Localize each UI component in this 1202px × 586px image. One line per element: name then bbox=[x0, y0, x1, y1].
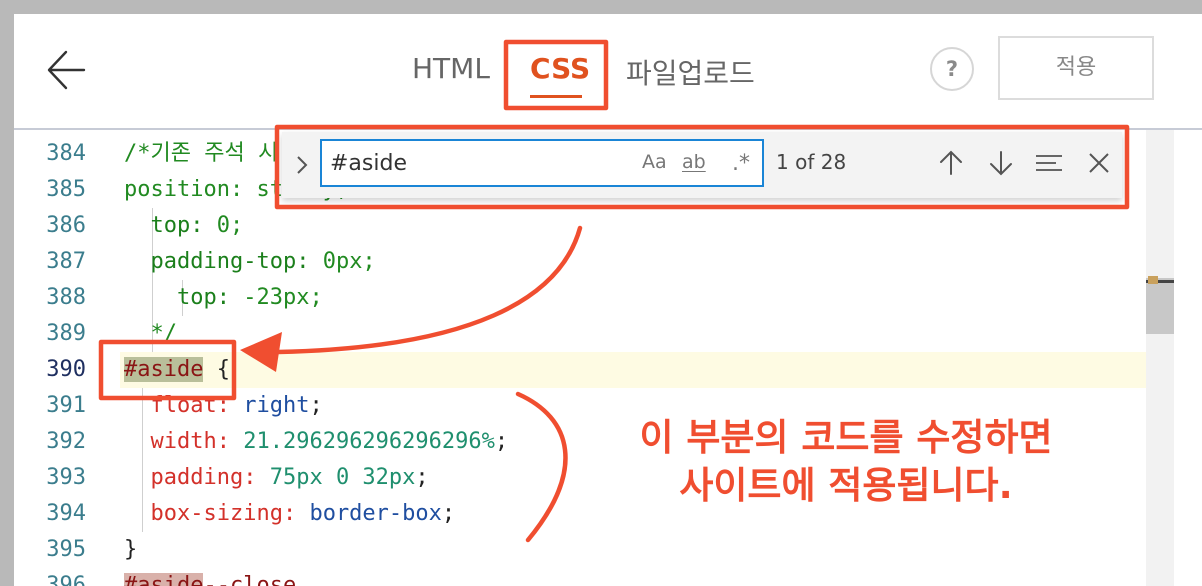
code-value: border-box bbox=[296, 501, 442, 526]
match-case-toggle[interactable]: Aa bbox=[642, 151, 667, 177]
code-editor[interactable]: 384 385 386 387 388 389 390 391 392 393 … bbox=[14, 130, 1202, 586]
scrollbar-thumb[interactable] bbox=[1146, 278, 1174, 334]
code-punctuation: { bbox=[203, 357, 230, 382]
active-tab-indicator bbox=[530, 95, 582, 98]
tab-file-upload[interactable]: 파일업로드 bbox=[626, 52, 755, 92]
code-line: float: right; bbox=[150, 393, 323, 418]
scrollbar-match-marker bbox=[1148, 276, 1158, 284]
tab-html[interactable]: HTML bbox=[412, 52, 490, 85]
code-line: */ bbox=[124, 316, 1164, 352]
toggle-replace-button[interactable] bbox=[292, 152, 312, 178]
line-number: 394 bbox=[46, 501, 86, 526]
code-value: 21.296296296296296% bbox=[229, 429, 495, 454]
code-line: } bbox=[124, 532, 1164, 568]
editor-window: HTML CSS 파일업로드 ? 적용 384 385 386 387 388 … bbox=[14, 14, 1202, 586]
line-number-active: 390 bbox=[46, 357, 86, 382]
code-line: #aside--close bbox=[124, 568, 1164, 586]
code-value: 75px 0 32px bbox=[256, 465, 416, 490]
code-line: box-sizing: border-box; bbox=[150, 501, 456, 526]
arrow-up-icon bbox=[940, 150, 962, 175]
selector-match: #aside bbox=[124, 357, 204, 382]
line-number: 385 bbox=[46, 177, 86, 202]
line-number-gutter: 384 385 386 387 388 389 390 391 392 393 … bbox=[14, 136, 86, 586]
code-property: position: bbox=[124, 177, 244, 202]
code-punctuation: } bbox=[124, 537, 138, 562]
close-find-button[interactable] bbox=[1084, 148, 1114, 178]
line-number: 389 bbox=[46, 321, 86, 346]
code-comment: /*기존 주석 시 bbox=[124, 141, 279, 166]
line-number: 395 bbox=[46, 537, 86, 562]
code-property: padding: bbox=[150, 465, 257, 490]
lines-icon bbox=[1036, 155, 1062, 171]
previous-match-button[interactable] bbox=[936, 148, 966, 178]
code-property: padding-top: bbox=[150, 249, 310, 274]
line-number: 386 bbox=[46, 213, 86, 238]
code-line: top: -23px; bbox=[124, 280, 1164, 316]
find-in-selection-button[interactable] bbox=[1034, 148, 1064, 178]
code-property: float: bbox=[150, 393, 230, 418]
arrow-down-icon bbox=[990, 151, 1012, 176]
close-icon bbox=[1089, 153, 1109, 173]
next-match-button[interactable] bbox=[986, 148, 1016, 178]
code-property: top: bbox=[176, 285, 230, 310]
line-number: 392 bbox=[46, 429, 86, 454]
line-number: 393 bbox=[46, 465, 86, 490]
find-widget: Aa ab .* 1 of 28 bbox=[282, 132, 1122, 198]
chevron-right-icon bbox=[297, 156, 308, 174]
code-property: top: bbox=[150, 213, 204, 238]
code-property: width: bbox=[150, 429, 230, 454]
whole-word-toggle[interactable]: ab bbox=[682, 151, 706, 177]
selector-match: #aside bbox=[124, 573, 204, 586]
code-lines[interactable]: /*기존 주석 시 position: sticky; top: 0; padd… bbox=[124, 136, 1164, 586]
code-value: 0; bbox=[203, 213, 244, 238]
help-button[interactable]: ? bbox=[930, 47, 974, 91]
code-property: box-sizing: bbox=[150, 501, 297, 526]
code-value: right bbox=[229, 393, 310, 418]
code-comment: */ bbox=[150, 321, 178, 346]
header-bar: HTML CSS 파일업로드 ? 적용 bbox=[14, 14, 1202, 130]
arrow-left-icon bbox=[47, 50, 86, 90]
code-value: -23px; bbox=[229, 285, 323, 310]
match-count: 1 of 28 bbox=[776, 150, 847, 174]
line-number: 387 bbox=[46, 249, 86, 274]
code-line: top: 0; bbox=[124, 208, 1164, 244]
regex-toggle[interactable]: .* bbox=[732, 151, 750, 177]
line-number: 391 bbox=[46, 393, 86, 418]
code-line: padding: 75px 0 32px; bbox=[150, 465, 429, 490]
vertical-scrollbar[interactable] bbox=[1146, 130, 1174, 586]
line-number: 388 bbox=[46, 285, 86, 310]
find-input[interactable] bbox=[330, 147, 630, 179]
line-number: 396 bbox=[46, 573, 86, 586]
find-input-box: Aa ab .* bbox=[320, 139, 764, 187]
tab-css[interactable]: CSS bbox=[530, 52, 590, 85]
code-line: width: 21.296296296296296%; bbox=[150, 429, 509, 454]
code-selector: --close bbox=[203, 573, 297, 586]
back-button[interactable] bbox=[44, 46, 92, 94]
line-number: 384 bbox=[46, 141, 86, 166]
code-value: 0px; bbox=[309, 249, 376, 274]
code-line: padding-top: 0px; bbox=[124, 244, 1164, 280]
apply-button[interactable]: 적용 bbox=[998, 36, 1154, 100]
code-line-active: #aside { bbox=[124, 352, 1164, 388]
